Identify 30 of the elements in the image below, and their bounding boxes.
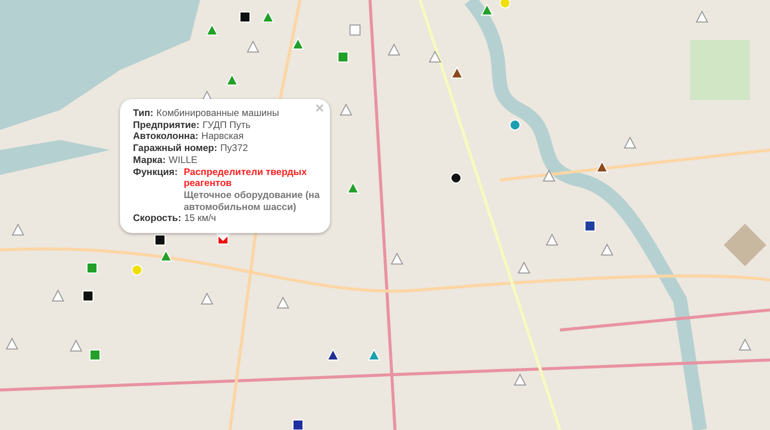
info-line: Марка: WILLE bbox=[133, 154, 198, 167]
vehicle-triangle-marker[interactable] bbox=[52, 290, 64, 302]
vehicle-triangle-marker[interactable] bbox=[391, 253, 403, 265]
info-line: Предприятие: ГУДП Путь bbox=[133, 120, 252, 132]
vehicle-triangle-marker[interactable] bbox=[247, 41, 259, 53]
vehicle-triangle-marker[interactable] bbox=[543, 170, 555, 182]
function-label: Функция: bbox=[133, 166, 178, 180]
vehicle-triangle-marker[interactable] bbox=[277, 297, 289, 309]
vehicle-triangle-marker[interactable] bbox=[696, 11, 708, 23]
vehicle-triangle-marker[interactable] bbox=[601, 244, 613, 256]
function-value: Щеточное оборудование (на автомобильном шасси) bbox=[184, 190, 320, 214]
info-line: Тип: Комбинированные машины bbox=[133, 108, 280, 120]
vehicle-triangle-marker[interactable] bbox=[340, 104, 352, 116]
vehicle-triangle-marker[interactable] bbox=[429, 51, 441, 63]
vehicle-triangle-marker[interactable] bbox=[739, 339, 751, 351]
vehicle-triangle-marker[interactable] bbox=[624, 137, 636, 149]
vehicle-triangle-marker[interactable] bbox=[70, 340, 82, 352]
info-line: Скорость: 15 км/ч bbox=[133, 213, 217, 226]
vehicle-triangle-marker[interactable] bbox=[518, 262, 530, 274]
vehicle-triangle-marker[interactable] bbox=[6, 338, 18, 350]
info-line: Автоколонна: Нарвская bbox=[133, 131, 245, 144]
vehicle-triangle-marker[interactable] bbox=[12, 224, 24, 236]
vehicle-triangle-marker[interactable] bbox=[546, 234, 558, 246]
vehicle-triangle-marker[interactable] bbox=[388, 44, 400, 56]
vehicle-square-marker[interactable] bbox=[349, 24, 361, 36]
close-button[interactable]: × bbox=[313, 101, 326, 117]
vehicle-triangle-marker[interactable] bbox=[201, 293, 213, 305]
function-value: Распределители твердых реагентов bbox=[184, 166, 308, 190]
info-line: Гаражный номер: Пу372 bbox=[133, 143, 249, 155]
vehicle-triangle-marker[interactable] bbox=[514, 374, 526, 386]
